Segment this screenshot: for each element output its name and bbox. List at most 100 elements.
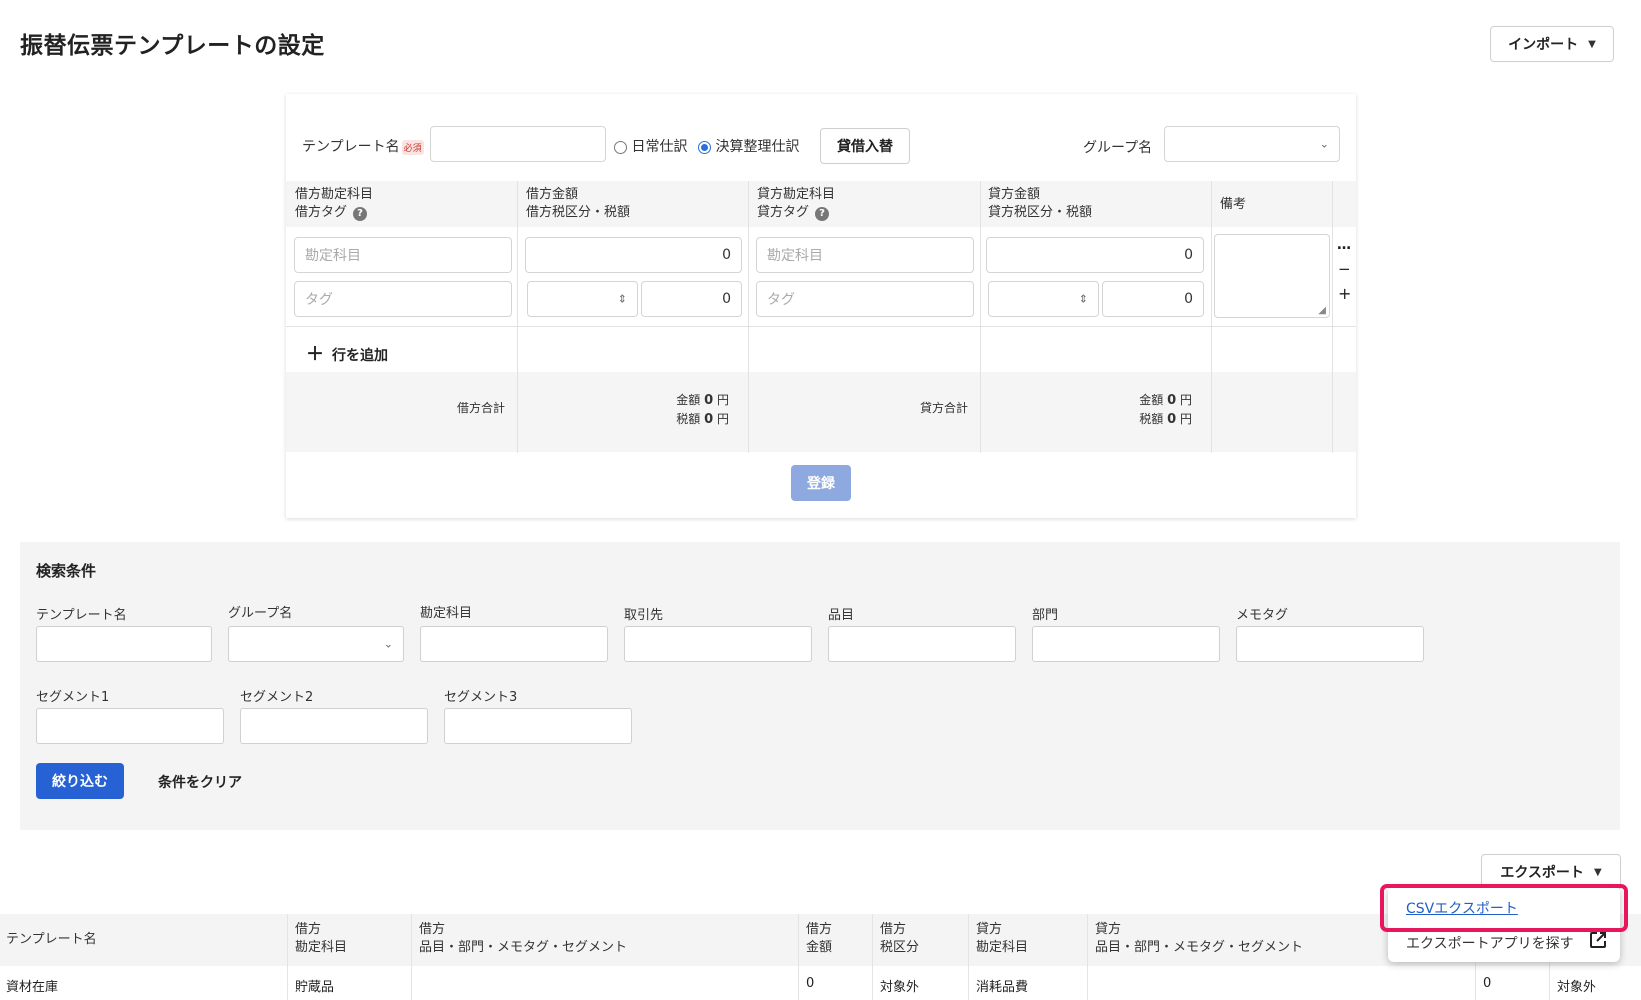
col-debit-account: 借方 勘定科目 [295, 921, 347, 957]
col-debit-amount: 借方 金額 [806, 921, 832, 957]
resize-handle-icon[interactable]: ◢ [1318, 305, 1326, 316]
filter-partner-input[interactable] [624, 626, 812, 662]
note-textarea[interactable]: ◢ [1214, 234, 1330, 318]
template-name-input[interactable] [430, 126, 606, 162]
more-icon[interactable]: … [1337, 237, 1351, 253]
col-debit-tax-category: 借方 税区分 [880, 921, 919, 957]
remove-row-icon[interactable]: − [1338, 260, 1351, 278]
filter-memo-tag-label: メモタグ [1236, 608, 1289, 623]
template-form-card: テンプレート名 必須 日常仕訳 決算整理仕訳 貸借入替 グループ名 ⌄ 借方勘定科… [286, 94, 1356, 518]
header-debit-account-line1: 借方勘定科目 [295, 187, 374, 202]
radio-closing[interactable]: 決算整理仕訳 [698, 136, 799, 156]
column-divider [517, 372, 518, 452]
credit-amount-input[interactable]: 0 [986, 237, 1204, 273]
column-divider [872, 914, 873, 1000]
filter-segment2-input[interactable] [240, 708, 428, 744]
add-row-icon[interactable]: + [1338, 284, 1351, 303]
col-debit-amount-line1: 借方 [806, 922, 833, 937]
export-button-label: エクスポート [1500, 865, 1584, 881]
filter-item-label: 品目 [828, 608, 855, 623]
radio-closing-button[interactable] [698, 140, 711, 154]
import-button-label: インポート [1508, 37, 1579, 53]
clear-conditions-button[interactable]: 条件をクリア [158, 772, 242, 792]
credit-account-input[interactable]: 勘定科目 [756, 237, 974, 273]
help-icon[interactable]: ? [815, 207, 830, 221]
col-credit-detail-line2: 品目・部門・メモタグ・セグメント [1095, 940, 1304, 955]
updown-icon: ⇕ [1078, 292, 1088, 306]
radio-daily-label: 日常仕訳 [631, 139, 688, 155]
header-credit-amount: 貸方金額 貸方税区分・税額 [988, 186, 1092, 222]
col-credit-account: 貸方 勘定科目 [976, 921, 1028, 957]
col-debit-account-line1: 借方 [295, 922, 322, 937]
cell-credit-amount: 0 [1483, 976, 1492, 991]
filter-segment3-input[interactable] [444, 708, 632, 744]
column-divider [411, 914, 412, 1000]
col-debit-account-line2: 勘定科目 [295, 940, 348, 955]
col-debit-amount-line2: 金額 [806, 940, 833, 955]
credit-tax-value: 0 [1184, 291, 1193, 307]
col-credit-account-line1: 貸方 [976, 922, 1003, 937]
column-divider [980, 372, 981, 452]
credit-total-amount-prefix: 金額 [1139, 393, 1164, 407]
chevron-down-icon: ⌄ [383, 637, 393, 651]
header-credit-amount-line1: 貸方金額 [988, 187, 1041, 202]
add-row-label: 行を追加 [332, 348, 388, 364]
filter-account-input[interactable] [420, 626, 608, 662]
group-select[interactable]: ⌄ [1164, 126, 1340, 162]
debit-tag-input[interactable]: タグ [294, 281, 512, 317]
filter-memo-tag-input[interactable] [1236, 626, 1424, 662]
filter-segment1-input[interactable] [36, 708, 224, 744]
debit-tax-amount-input[interactable]: 0 [641, 281, 742, 317]
credit-tag-placeholder: タグ [767, 292, 795, 308]
group-label: グループ名 [1083, 140, 1153, 156]
radio-closing-label: 決算整理仕訳 [715, 139, 800, 155]
swap-debit-credit-button[interactable]: 貸借入替 [820, 128, 910, 164]
credit-tax-category-select[interactable]: ⇕ [988, 281, 1099, 317]
credit-tax-amount-input[interactable]: 0 [1102, 281, 1204, 317]
filter-template-name-input[interactable] [36, 626, 212, 662]
debit-total-tax-prefix: 税額 [676, 412, 701, 426]
debit-total-tax: 0 [704, 412, 714, 427]
register-button[interactable]: 登録 [791, 465, 851, 501]
filter-department-input[interactable] [1032, 626, 1220, 662]
debit-amount-input[interactable]: 0 [525, 237, 742, 273]
filter-item-input[interactable] [828, 626, 1016, 662]
debit-amount-value: 0 [722, 247, 731, 263]
filter-segment2-label: セグメント2 [240, 690, 314, 705]
find-export-app-link[interactable]: エクスポートアプリを探す [1406, 933, 1574, 953]
debit-total-values: 金額 0 円 税額 0 円 [676, 391, 729, 429]
col-credit-detail: 貸方 品目・部門・メモタグ・セグメント [1095, 921, 1303, 957]
external-link-icon[interactable] [1588, 930, 1608, 950]
radio-daily[interactable]: 日常仕訳 [614, 136, 687, 156]
filter-button[interactable]: 絞り込む [36, 763, 124, 799]
credit-amount-value: 0 [1184, 247, 1193, 263]
credit-total-values: 金額 0 円 税額 0 円 [1139, 391, 1192, 429]
filter-account-label: 勘定科目 [420, 606, 473, 621]
column-divider [1211, 372, 1212, 452]
cell-debit-amount: 0 [806, 976, 815, 991]
add-row-button[interactable]: ＋ 行を追加 [306, 340, 388, 366]
debit-tax-category-select[interactable]: ⇕ [527, 281, 638, 317]
help-icon[interactable]: ? [353, 207, 368, 221]
template-name-label: テンプレート名 必須 [302, 136, 424, 156]
col-debit-detail-line2: 品目・部門・メモタグ・セグメント [419, 940, 628, 955]
header-debit-tag: 借方タグ [295, 205, 348, 220]
filter-group-select[interactable]: ⌄ [228, 626, 404, 662]
debit-account-input[interactable]: 勘定科目 [294, 237, 512, 273]
radio-daily-button[interactable] [614, 140, 627, 154]
col-debit-detail-line1: 借方 [419, 922, 446, 937]
filter-template-name-label: テンプレート名 [36, 608, 127, 623]
debit-total-amount: 0 [704, 393, 714, 408]
search-panel: 検索条件 テンプレート名 グループ名 ⌄ 勘定科目 取引先 品目 部門 メモタグ… [20, 542, 1620, 830]
caret-down-icon: ▼ [1588, 38, 1596, 50]
credit-tag-input[interactable]: タグ [756, 281, 974, 317]
debit-tax-value: 0 [722, 291, 731, 307]
header-credit-amount-line2: 貸方税区分・税額 [988, 205, 1093, 220]
debit-tag-placeholder: タグ [305, 292, 333, 308]
credit-total-amount: 0 [1167, 393, 1177, 408]
cell-template-name[interactable]: 資材在庫 [6, 976, 58, 995]
import-button[interactable]: インポート ▼ [1490, 26, 1614, 62]
debit-total-label: 借方合計 [456, 401, 505, 415]
header-credit-account-line1: 貸方勘定科目 [757, 187, 836, 202]
cell-credit-tax-category: 対象外 [1557, 980, 1597, 995]
